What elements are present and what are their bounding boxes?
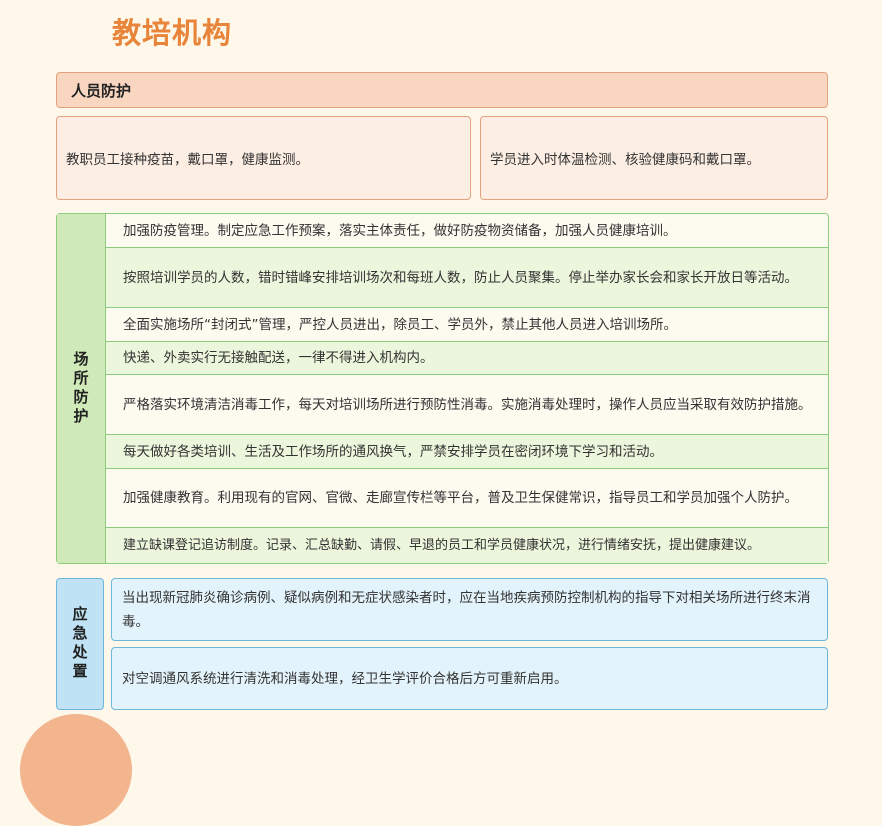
emergency-response-text: 当出现新冠肺炎确诊病例、疑似病例和无症状感染者时，应在当地疾病预防控制机构的指导… <box>122 589 811 630</box>
venue-protection-section: 场所防护 加强防疫管理。制定应急工作预案，落实主体责任，做好防疫物资储备，加强人… <box>56 213 829 564</box>
venue-protection-list: 加强防疫管理。制定应急工作预案，落实主体责任，做好防疫物资储备，加强人员健康培训… <box>106 214 828 563</box>
venue-protection-item: 按照培训学员的人数，错时错峰安排培训场次和每班人数，防止人员聚集。停止举办家长会… <box>106 248 828 308</box>
venue-protection-item: 每天做好各类培训、生活及工作场所的通风换气，严禁安排学员在密闭环境下学习和活动。 <box>106 435 828 469</box>
personal-protection-header: 人员防护 <box>56 72 828 108</box>
venue-protection-label-text: 场所防护 <box>71 350 90 427</box>
venue-protection-label: 场所防护 <box>57 214 106 563</box>
emergency-response-text: 对空调通风系统进行清洗和消毒处理，经卫生学评价合格后方可重新启用。 <box>122 670 568 687</box>
page-title: 教培机构 <box>112 16 233 50</box>
emergency-response-label-text: 应急处置 <box>70 606 89 682</box>
personal-protection-text: 教职员工接种疫苗，戴口罩，健康监测。 <box>66 152 309 168</box>
emergency-response-card: 当出现新冠肺炎确诊病例、疑似病例和无症状感染者时，应在当地疾病预防控制机构的指导… <box>111 578 828 641</box>
venue-protection-item: 加强健康教育。利用现有的官网、官微、走廊宣传栏等平台，普及卫生保健常识，指导员工… <box>106 469 828 528</box>
venue-protection-item: 建立缺课登记追访制度。记录、汇总缺勤、请假、早退的员工和学员健康状况，进行情绪安… <box>106 528 828 563</box>
venue-protection-item: 加强防疫管理。制定应急工作预案，落实主体责任，做好防疫物资储备，加强人员健康培训… <box>106 214 828 248</box>
personal-protection-card-staff: 教职员工接种疫苗，戴口罩，健康监测。 <box>56 116 471 200</box>
emergency-response-card: 对空调通风系统进行清洗和消毒处理，经卫生学评价合格后方可重新启用。 <box>111 647 828 710</box>
decorative-circle <box>20 714 132 826</box>
venue-protection-item: 全面实施场所“封闭式”管理，严控人员进出，除员工、学员外，禁止其他人员进入培训场… <box>106 308 828 342</box>
personal-protection-text: 学员进入时体温检测、核验健康码和戴口罩。 <box>490 152 760 168</box>
venue-protection-item: 快递、外卖实行无接触配送，一律不得进入机构内。 <box>106 342 828 375</box>
venue-protection-item: 严格落实环境清洁消毒工作，每天对培训场所进行预防性消毒。实施消毒处理时，操作人员… <box>106 375 828 435</box>
emergency-response-label: 应急处置 <box>56 578 104 710</box>
personal-protection-card-students: 学员进入时体温检测、核验健康码和戴口罩。 <box>480 116 828 200</box>
personal-protection-header-label: 人员防护 <box>71 81 132 100</box>
